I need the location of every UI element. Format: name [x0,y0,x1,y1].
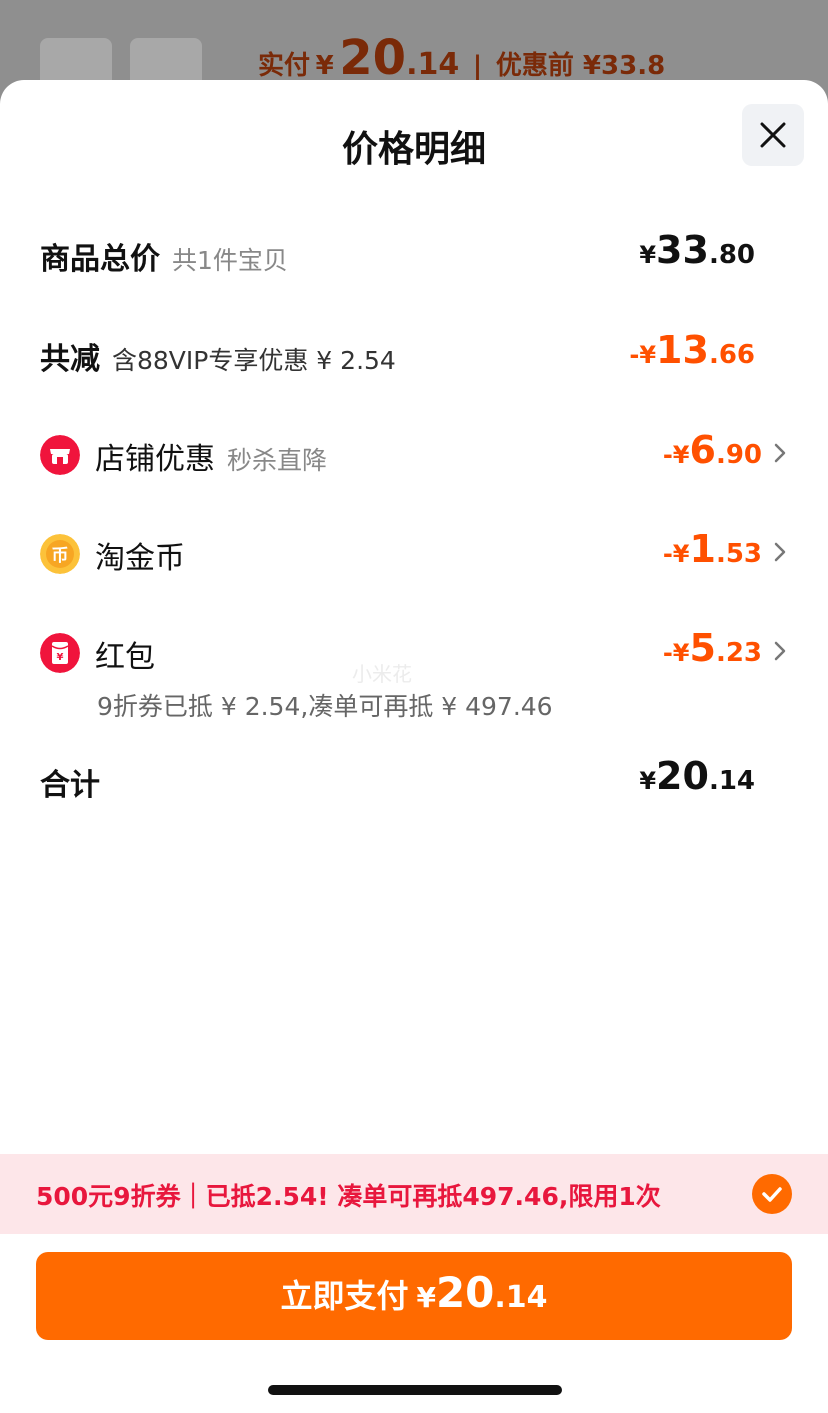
gold-coin-icon: 币 [40,534,80,574]
home-indicator[interactable] [268,1385,562,1395]
currency: -¥ [629,341,657,369]
actual-pay-label: 实付 [258,51,311,81]
amount-int: 20 [435,1268,495,1317]
amount-dec: .14 [708,766,755,796]
sum-label: 合计 [40,768,100,803]
currency: -¥ [662,441,690,469]
pay-button-content: 立即支付 ¥20.14 [36,1268,792,1317]
red-packet-title: 红包 [95,640,155,675]
pay-button-label: 立即支付 [280,1277,409,1315]
price-detail-sheet: 价格明细 商品总价 共1件宝贝 ¥33.80 共减 含88VIP专享优惠 ¥ 2.5… [0,80,828,1413]
currency: -¥ [662,540,690,568]
amount-int: 5 [689,626,716,670]
sum-amount: ¥20.14 [639,754,755,798]
coupon-promo-bar[interactable]: 500元9折券｜已抵2.54! 凑单可再抵497.46,限用1次 [0,1154,828,1234]
row-sum: 合计 ¥20.14 [40,754,788,804]
before-discount-price: 优惠前 ¥33.8 [495,51,666,81]
coupon-promo-text: 500元9折券｜已抵2.54! 凑单可再抵497.46,限用1次 [36,1182,661,1211]
actual-pay-dec: .14 [406,47,460,82]
chevron-right-icon [774,542,786,562]
store-discount-amount: -¥6.90 [663,428,762,472]
red-packet-label: 红包 [95,632,155,676]
store-icon [40,435,80,475]
coupon-checkbox[interactable] [752,1174,792,1214]
sheet-title: 价格明细 [341,129,486,170]
checkmark-icon [762,1187,782,1202]
close-button[interactable] [742,104,804,166]
gold-coins-title: 淘金币 [95,541,185,576]
reduction-title: 共减 [40,342,100,377]
currency: ¥ [639,767,657,795]
reduction-amount: -¥13.66 [629,328,755,372]
background-price-summary: 实付 ¥ 20.14 | 优惠前 ¥33.8 [258,30,665,86]
amount-dec: .14 [494,1280,548,1315]
price-separator: | [472,51,483,81]
watermark: 小米花 [352,662,412,686]
row-gold-coins[interactable]: 币 淘金币 -¥1.53 [40,527,788,577]
svg-text:¥: ¥ [57,652,64,663]
gold-coins-amount: -¥1.53 [663,527,762,571]
currency: ¥ [639,241,657,269]
amount-dec: .53 [715,539,762,569]
total-price-label: 商品总价 共1件宝贝 [40,234,288,278]
currency: -¥ [662,639,690,667]
actual-pay-currency: ¥ [315,51,334,81]
actual-pay-int: 20 [339,30,407,86]
flash-sale-note: 秒杀直降 [227,446,328,475]
store-discount-title: 店铺优惠 [95,442,215,477]
amount-int: 20 [656,754,709,798]
amount-dec: .90 [715,440,762,470]
total-price-title: 商品总价 [40,242,160,277]
currency: ¥ [416,1281,436,1314]
red-packet-amount: -¥5.23 [663,626,762,670]
close-icon [760,122,786,148]
svg-text:币: 币 [52,546,69,566]
row-red-packet[interactable]: ¥ 红包 -¥5.23 [40,626,788,676]
row-total-price: 商品总价 共1件宝贝 ¥33.80 [40,228,788,278]
amount-dec: .80 [708,240,755,270]
amount-int: 1 [689,527,716,571]
amount-int: 33 [656,228,709,272]
red-packet-icon: ¥ [40,633,80,673]
row-store-discount[interactable]: 店铺优惠 秒杀直降 -¥6.90 [40,428,788,478]
coupon-usage-note: 9折券已抵 ¥ 2.54,凑单可再抵 ¥ 497.46 [97,692,553,721]
vip-discount-note: 含88VIP专享优惠 ¥ 2.54 [112,346,396,375]
store-discount-label: 店铺优惠 秒杀直降 [95,434,327,478]
reduction-label: 共减 含88VIP专享优惠 ¥ 2.54 [40,334,396,378]
chevron-right-icon [774,443,786,463]
gold-coins-label: 淘金币 [95,533,185,577]
amount-dec: .23 [715,638,762,668]
amount-int: 13 [656,328,709,372]
total-price-amount: ¥33.80 [639,228,755,272]
pay-now-button[interactable]: 立即支付 ¥20.14 [36,1252,792,1340]
item-count: 共1件宝贝 [172,246,288,275]
amount-int: 6 [689,428,716,472]
amount-dec: .66 [708,340,755,370]
chevron-right-icon [774,641,786,661]
row-total-reduction: 共减 含88VIP专享优惠 ¥ 2.54 -¥13.66 [40,328,788,378]
